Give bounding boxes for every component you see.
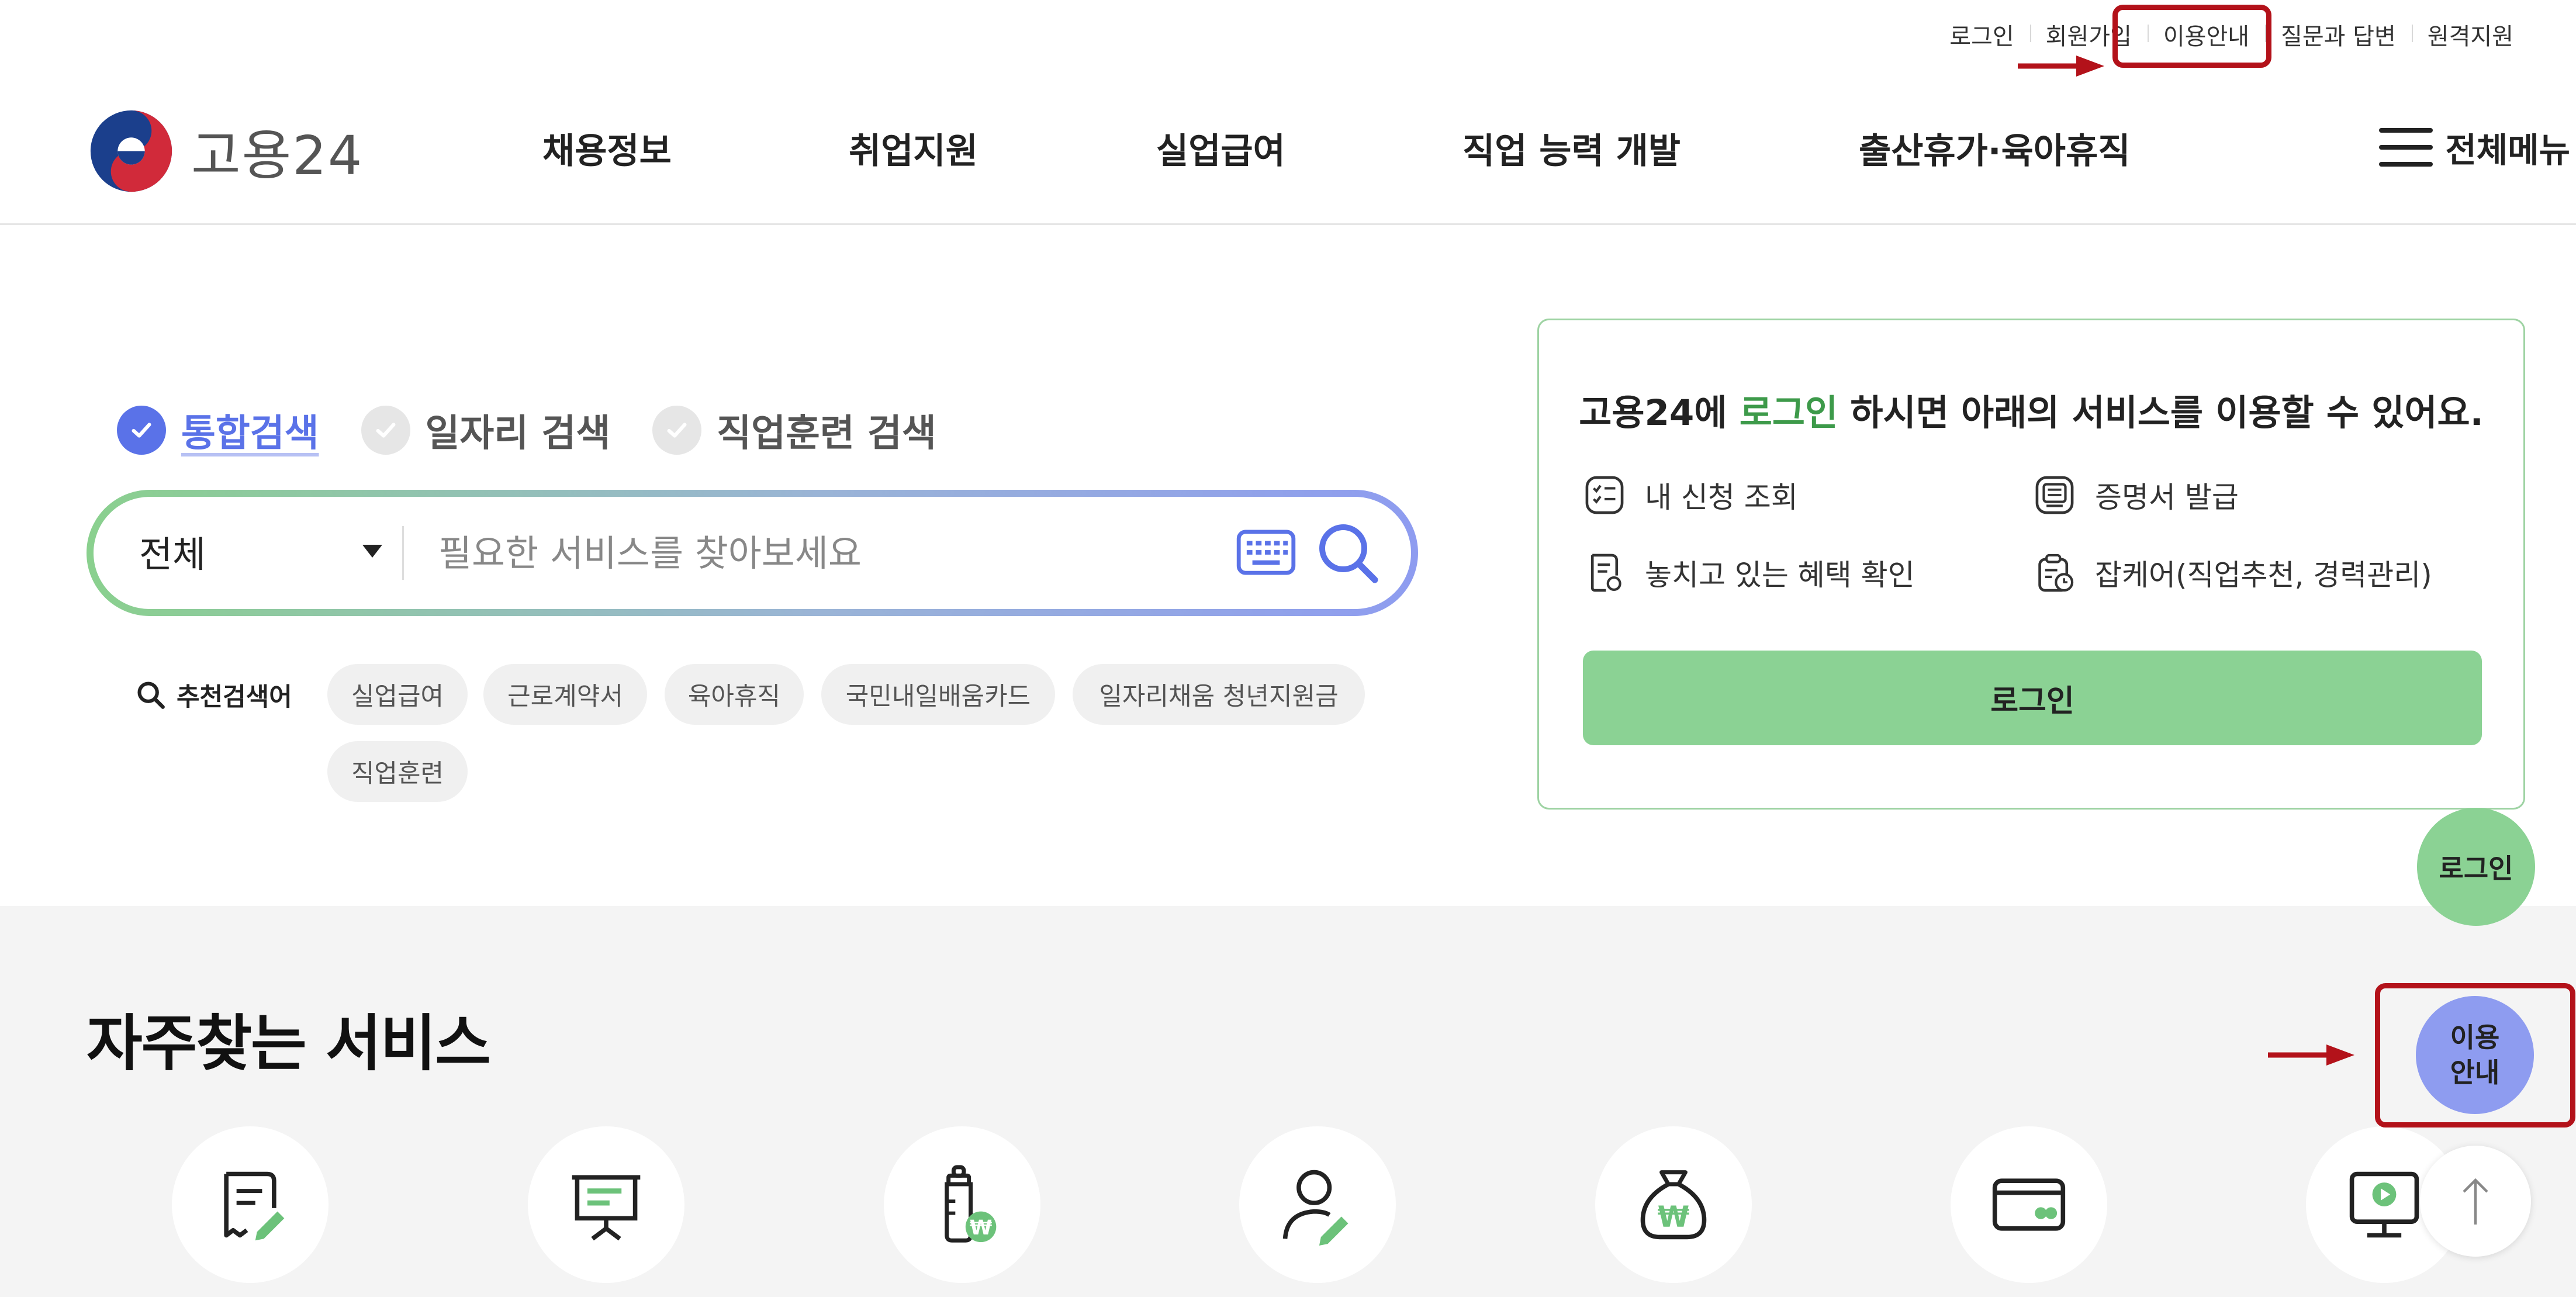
search-type-tabs: 통합검색 일자리 검색 직업훈련 검색 bbox=[117, 403, 978, 457]
tab-label: 통합검색 bbox=[181, 412, 319, 455]
service-profile-edit[interactable] bbox=[1239, 1126, 1396, 1283]
benefit-label: 내 신청 조회 bbox=[1645, 480, 1798, 514]
nav-employment-support[interactable]: 취업지원 bbox=[849, 123, 978, 174]
site-logo[interactable]: 고용24 bbox=[89, 109, 363, 193]
annotation-box-guide-link bbox=[2112, 5, 2271, 68]
login-button[interactable]: 로그인 bbox=[1583, 651, 2482, 745]
presentation-board-icon bbox=[572, 1175, 641, 1241]
baby-bottle-won-icon: ₩ bbox=[945, 1165, 997, 1243]
keyboard-icon[interactable] bbox=[1236, 530, 1296, 575]
tab-integrated-search[interactable]: 통합검색 bbox=[117, 403, 319, 457]
document-edit-icon bbox=[224, 1171, 285, 1241]
service-presentation[interactable] bbox=[528, 1126, 684, 1283]
frequent-services-section: 자주찾는 서비스 ₩ ₩ bbox=[0, 906, 2576, 1297]
annotation-box-guide-button bbox=[2375, 983, 2575, 1127]
scroll-top-button[interactable] bbox=[2420, 1146, 2531, 1257]
tab-training-search[interactable]: 직업훈련 검색 bbox=[652, 403, 936, 457]
keyword-chip[interactable]: 실업급여 bbox=[327, 664, 468, 725]
keyword-chip[interactable]: 직업훈련 bbox=[327, 741, 468, 802]
title-prefix: 고용24에 bbox=[1579, 392, 1740, 434]
all-menu-label: 전체메뉴 bbox=[2445, 130, 2570, 170]
document-search-icon bbox=[1590, 554, 1621, 592]
keyword-chip[interactable]: 육아휴직 bbox=[665, 664, 804, 725]
floating-login-button[interactable]: 로그인 bbox=[2417, 808, 2535, 926]
recommended-label-text: 추천검색어 bbox=[177, 683, 292, 712]
svg-text:₩: ₩ bbox=[1658, 1200, 1690, 1234]
tab-job-search[interactable]: 일자리 검색 bbox=[361, 403, 611, 457]
title-highlight: 로그인 bbox=[1739, 392, 1838, 434]
util-login-link[interactable]: 로그인 bbox=[1934, 18, 2029, 51]
search-icon[interactable] bbox=[1315, 520, 1381, 586]
service-card[interactable] bbox=[1951, 1126, 2107, 1283]
title-suffix: 하시면 아래의 서비스를 이용할 수 있어요. bbox=[1838, 392, 2484, 434]
logo-text: 고용24 bbox=[191, 124, 364, 187]
service-money[interactable]: ₩ bbox=[1595, 1126, 1752, 1283]
svg-text:₩: ₩ bbox=[970, 1216, 993, 1240]
service-document-edit[interactable] bbox=[172, 1126, 329, 1283]
login-panel: 고용24에 로그인 하시면 아래의 서비스를 이용할 수 있어요. 내 신청 조… bbox=[1537, 319, 2525, 810]
video-monitor-icon bbox=[2349, 1171, 2419, 1238]
check-circle-icon bbox=[652, 406, 702, 455]
login-benefit-item: 잡케어(직업추천, 경력관리) bbox=[2033, 551, 2432, 594]
service-childbirth[interactable]: ₩ bbox=[884, 1126, 1040, 1283]
checklist-icon bbox=[1585, 476, 1624, 514]
search-box: 전체 bbox=[87, 490, 1418, 616]
nav-job-info[interactable]: 채용정보 bbox=[542, 123, 672, 174]
global-navigation: 고용24 채용정보 취업지원 실업급여 직업 능력 개발 출산휴가·육아휴직 전… bbox=[0, 88, 2576, 225]
login-benefit-item: 내 신청 조회 bbox=[1583, 473, 1798, 517]
person-edit-icon bbox=[1282, 1170, 1348, 1246]
all-menu-button[interactable]: 전체메뉴 bbox=[2378, 123, 2570, 172]
search-input[interactable] bbox=[438, 520, 1198, 586]
benefit-label: 증명서 발급 bbox=[2095, 480, 2239, 514]
login-panel-title: 고용24에 로그인 하시면 아래의 서비스를 이용할 수 있어요. bbox=[1539, 383, 2523, 435]
scope-value: 전체 bbox=[139, 533, 206, 576]
tab-label: 일자리 검색 bbox=[425, 412, 611, 455]
clipboard-clock-icon bbox=[2038, 554, 2074, 592]
annotation-arrow-icon bbox=[2268, 1044, 2354, 1066]
keyword-chip[interactable]: 근로계약서 bbox=[483, 664, 647, 725]
arrow-up-icon bbox=[2463, 1178, 2488, 1225]
certificate-icon bbox=[2035, 476, 2074, 514]
tab-label: 직업훈련 검색 bbox=[717, 412, 936, 455]
caret-down-icon bbox=[362, 545, 382, 558]
money-bag-won-icon: ₩ bbox=[1640, 1170, 1707, 1240]
login-benefit-item: 증명서 발급 bbox=[2033, 473, 2239, 517]
nav-unemployment-benefit[interactable]: 실업급여 bbox=[1156, 123, 1285, 174]
section-title: 자주찾는 서비스 bbox=[87, 1008, 491, 1079]
search-icon bbox=[137, 682, 165, 709]
annotation-arrow-icon bbox=[2018, 56, 2104, 77]
benefit-label: 잡케어(직업추천, 경력관리) bbox=[2095, 558, 2432, 592]
nav-vocational-training[interactable]: 직업 능력 개발 bbox=[1462, 123, 1681, 174]
util-qna-link[interactable]: 질문과 답변 bbox=[2265, 18, 2412, 51]
util-remote-link[interactable]: 원격지원 bbox=[2411, 18, 2529, 51]
recommended-label: 추천검색어 bbox=[136, 677, 292, 713]
hamburger-icon bbox=[2378, 128, 2433, 167]
benefit-label: 놓치고 있는 혜택 확인 bbox=[1645, 558, 1915, 592]
keyword-chip[interactable]: 일자리채움 청년지원금 bbox=[1073, 664, 1365, 725]
check-circle-icon bbox=[361, 406, 410, 455]
divider bbox=[402, 526, 404, 580]
taegeuk-logo-icon bbox=[90, 110, 172, 192]
login-benefit-item: 놓치고 있는 혜택 확인 bbox=[1583, 551, 1915, 594]
card-icon bbox=[1992, 1178, 2066, 1231]
nav-parental-leave[interactable]: 출산휴가·육아휴직 bbox=[1859, 123, 2130, 174]
keyword-chip[interactable]: 국민내일배움카드 bbox=[821, 664, 1055, 725]
check-circle-icon bbox=[117, 406, 166, 455]
